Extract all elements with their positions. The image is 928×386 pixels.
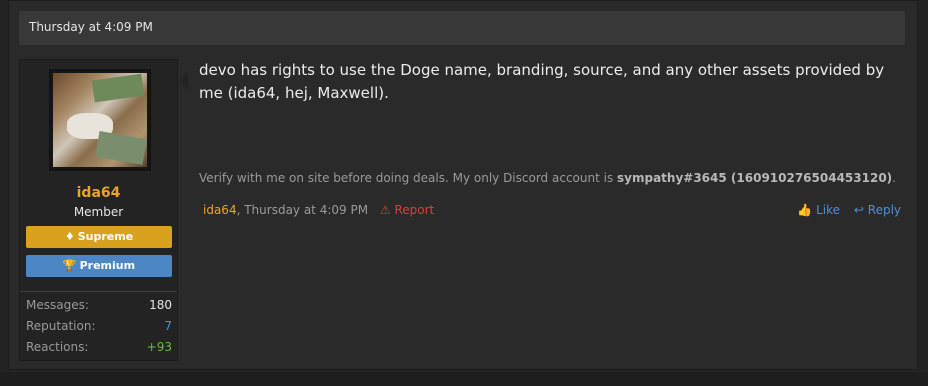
avatar[interactable] <box>53 73 147 167</box>
like-label: Like <box>816 203 841 217</box>
stat-label: Reactions: <box>26 340 89 354</box>
badge-label: Supreme <box>77 230 134 243</box>
reply-button[interactable]: ↩ Reply <box>854 203 901 217</box>
divider <box>20 291 177 292</box>
username[interactable]: ida64 <box>20 185 177 201</box>
forum-post: Thursday at 4:09 PM ida64 Member ♦ Suprem… <box>8 0 918 370</box>
badge-label: Premium <box>79 259 136 272</box>
reply-label: Reply <box>867 203 901 217</box>
signature-divider <box>409 157 669 159</box>
signature-end: . <box>892 171 896 185</box>
stat-value[interactable]: 7 <box>164 319 172 333</box>
post-timestamp[interactable]: Thursday at 4:09 PM <box>244 203 368 217</box>
signature: Verify with me on site before doing deal… <box>199 171 905 185</box>
reply-icon: ↩ <box>853 203 864 217</box>
stat-value[interactable]: 180 <box>149 298 172 312</box>
user-info-panel: ida64 Member ♦ Supreme 🏆 Premium Messages:… <box>19 59 178 361</box>
warning-icon: ⚠ <box>379 203 391 217</box>
post-meta: ida64, Thursday at 4:09 PM ⚠ Report <box>203 203 434 217</box>
thumbs-up-icon: 👍 <box>797 203 813 217</box>
message-arrow <box>179 72 188 90</box>
report-button[interactable]: ⚠ Report <box>380 203 434 217</box>
user-title: Member <box>73 205 124 219</box>
diamond-icon: ♦ <box>64 230 75 243</box>
report-label: Report <box>394 203 435 217</box>
stat-messages: Messages: 180 <box>26 298 172 314</box>
stat-label: Messages: <box>26 298 89 312</box>
avatar-detail <box>95 131 147 165</box>
stat-label: Reputation: <box>26 319 96 333</box>
avatar-detail <box>91 73 145 103</box>
avatar-frame[interactable] <box>49 69 151 171</box>
bottom-strip <box>0 372 928 386</box>
signature-text: Verify with me on site before doing deal… <box>199 171 618 185</box>
discord-handle: sympathy#3645 (160910276504453120) <box>617 171 893 185</box>
stat-value: +93 <box>146 340 172 354</box>
author-link[interactable]: ida64 <box>203 203 237 217</box>
post-header: Thursday at 4:09 PM <box>19 11 905 45</box>
post-actions: 👍 Like ↩ Reply <box>787 203 901 217</box>
supreme-badge: ♦ Supreme <box>26 226 172 248</box>
premium-badge: 🏆 Premium <box>26 255 172 277</box>
message-body: devo has rights to use the Doge name, br… <box>199 61 885 102</box>
trophy-icon: 🏆 <box>62 259 77 272</box>
post-date[interactable]: Thursday at 4:09 PM <box>29 20 153 34</box>
stat-reputation: Reputation: 7 <box>26 319 172 335</box>
stat-reactions: Reactions: +93 <box>26 340 172 356</box>
like-button[interactable]: 👍 Like <box>797 203 840 217</box>
